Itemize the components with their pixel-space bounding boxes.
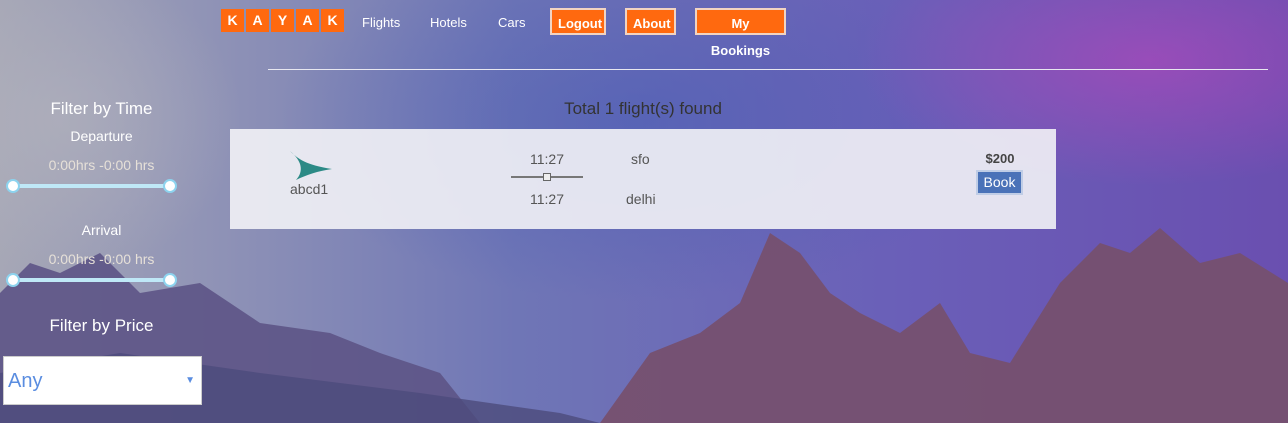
nav-flights-link[interactable]: Flights <box>362 15 400 30</box>
departure-time: 11:27 <box>530 151 564 167</box>
filter-price-title: Filter by Price <box>49 316 154 335</box>
header-divider <box>268 69 1268 70</box>
departure-slider-track[interactable] <box>13 184 170 188</box>
logout-button[interactable]: Logout <box>550 8 606 35</box>
arrival-slider-track[interactable] <box>13 278 170 282</box>
logo-letter: A <box>246 9 269 32</box>
arrival-label: Arrival <box>81 222 122 238</box>
arrival-slider-max-handle[interactable] <box>163 273 177 287</box>
airline-name: abcd1 <box>290 181 329 197</box>
arrival-range-text: 0:00hrs -0:00 hrs <box>48 251 155 267</box>
chevron-down-icon: ▼ <box>185 375 195 386</box>
destination-city: delhi <box>626 191 656 207</box>
departure-label: Departure <box>70 128 133 144</box>
price-filter-select[interactable]: Any ▼ <box>3 356 202 405</box>
logo-letter: A <box>296 9 319 32</box>
nav-hotels-link[interactable]: Hotels <box>430 15 467 30</box>
departure-slider-max-handle[interactable] <box>163 179 177 193</box>
logo-letter: K <box>321 9 344 32</box>
flight-result-card: abcd1 11:27 11:27 sfo delhi $200 Book <box>230 129 1056 229</box>
departure-slider-min-handle[interactable] <box>6 179 20 193</box>
origin-city: sfo <box>631 151 650 167</box>
book-button[interactable]: Book <box>976 170 1023 195</box>
arrival-slider-min-handle[interactable] <box>6 273 20 287</box>
results-summary: Total 1 flight(s) found <box>564 99 722 118</box>
flight-price: $200 <box>985 151 1015 166</box>
logo-letter: Y <box>271 9 294 32</box>
about-button[interactable]: About <box>625 8 676 35</box>
route-stop-marker <box>543 173 551 181</box>
airline-swoosh-icon <box>290 151 332 180</box>
departure-range-text: 0:00hrs -0:00 hrs <box>48 157 155 173</box>
filter-time-title: Filter by Time <box>50 99 153 118</box>
my-bookings-button[interactable]: My Bookings <box>695 8 786 58</box>
logo-letter: K <box>221 9 244 32</box>
nav-cars-link[interactable]: Cars <box>498 15 525 30</box>
arrival-time: 11:27 <box>530 191 564 207</box>
price-select-value: Any <box>8 370 43 392</box>
kayak-logo[interactable]: K A Y A K <box>221 9 344 32</box>
